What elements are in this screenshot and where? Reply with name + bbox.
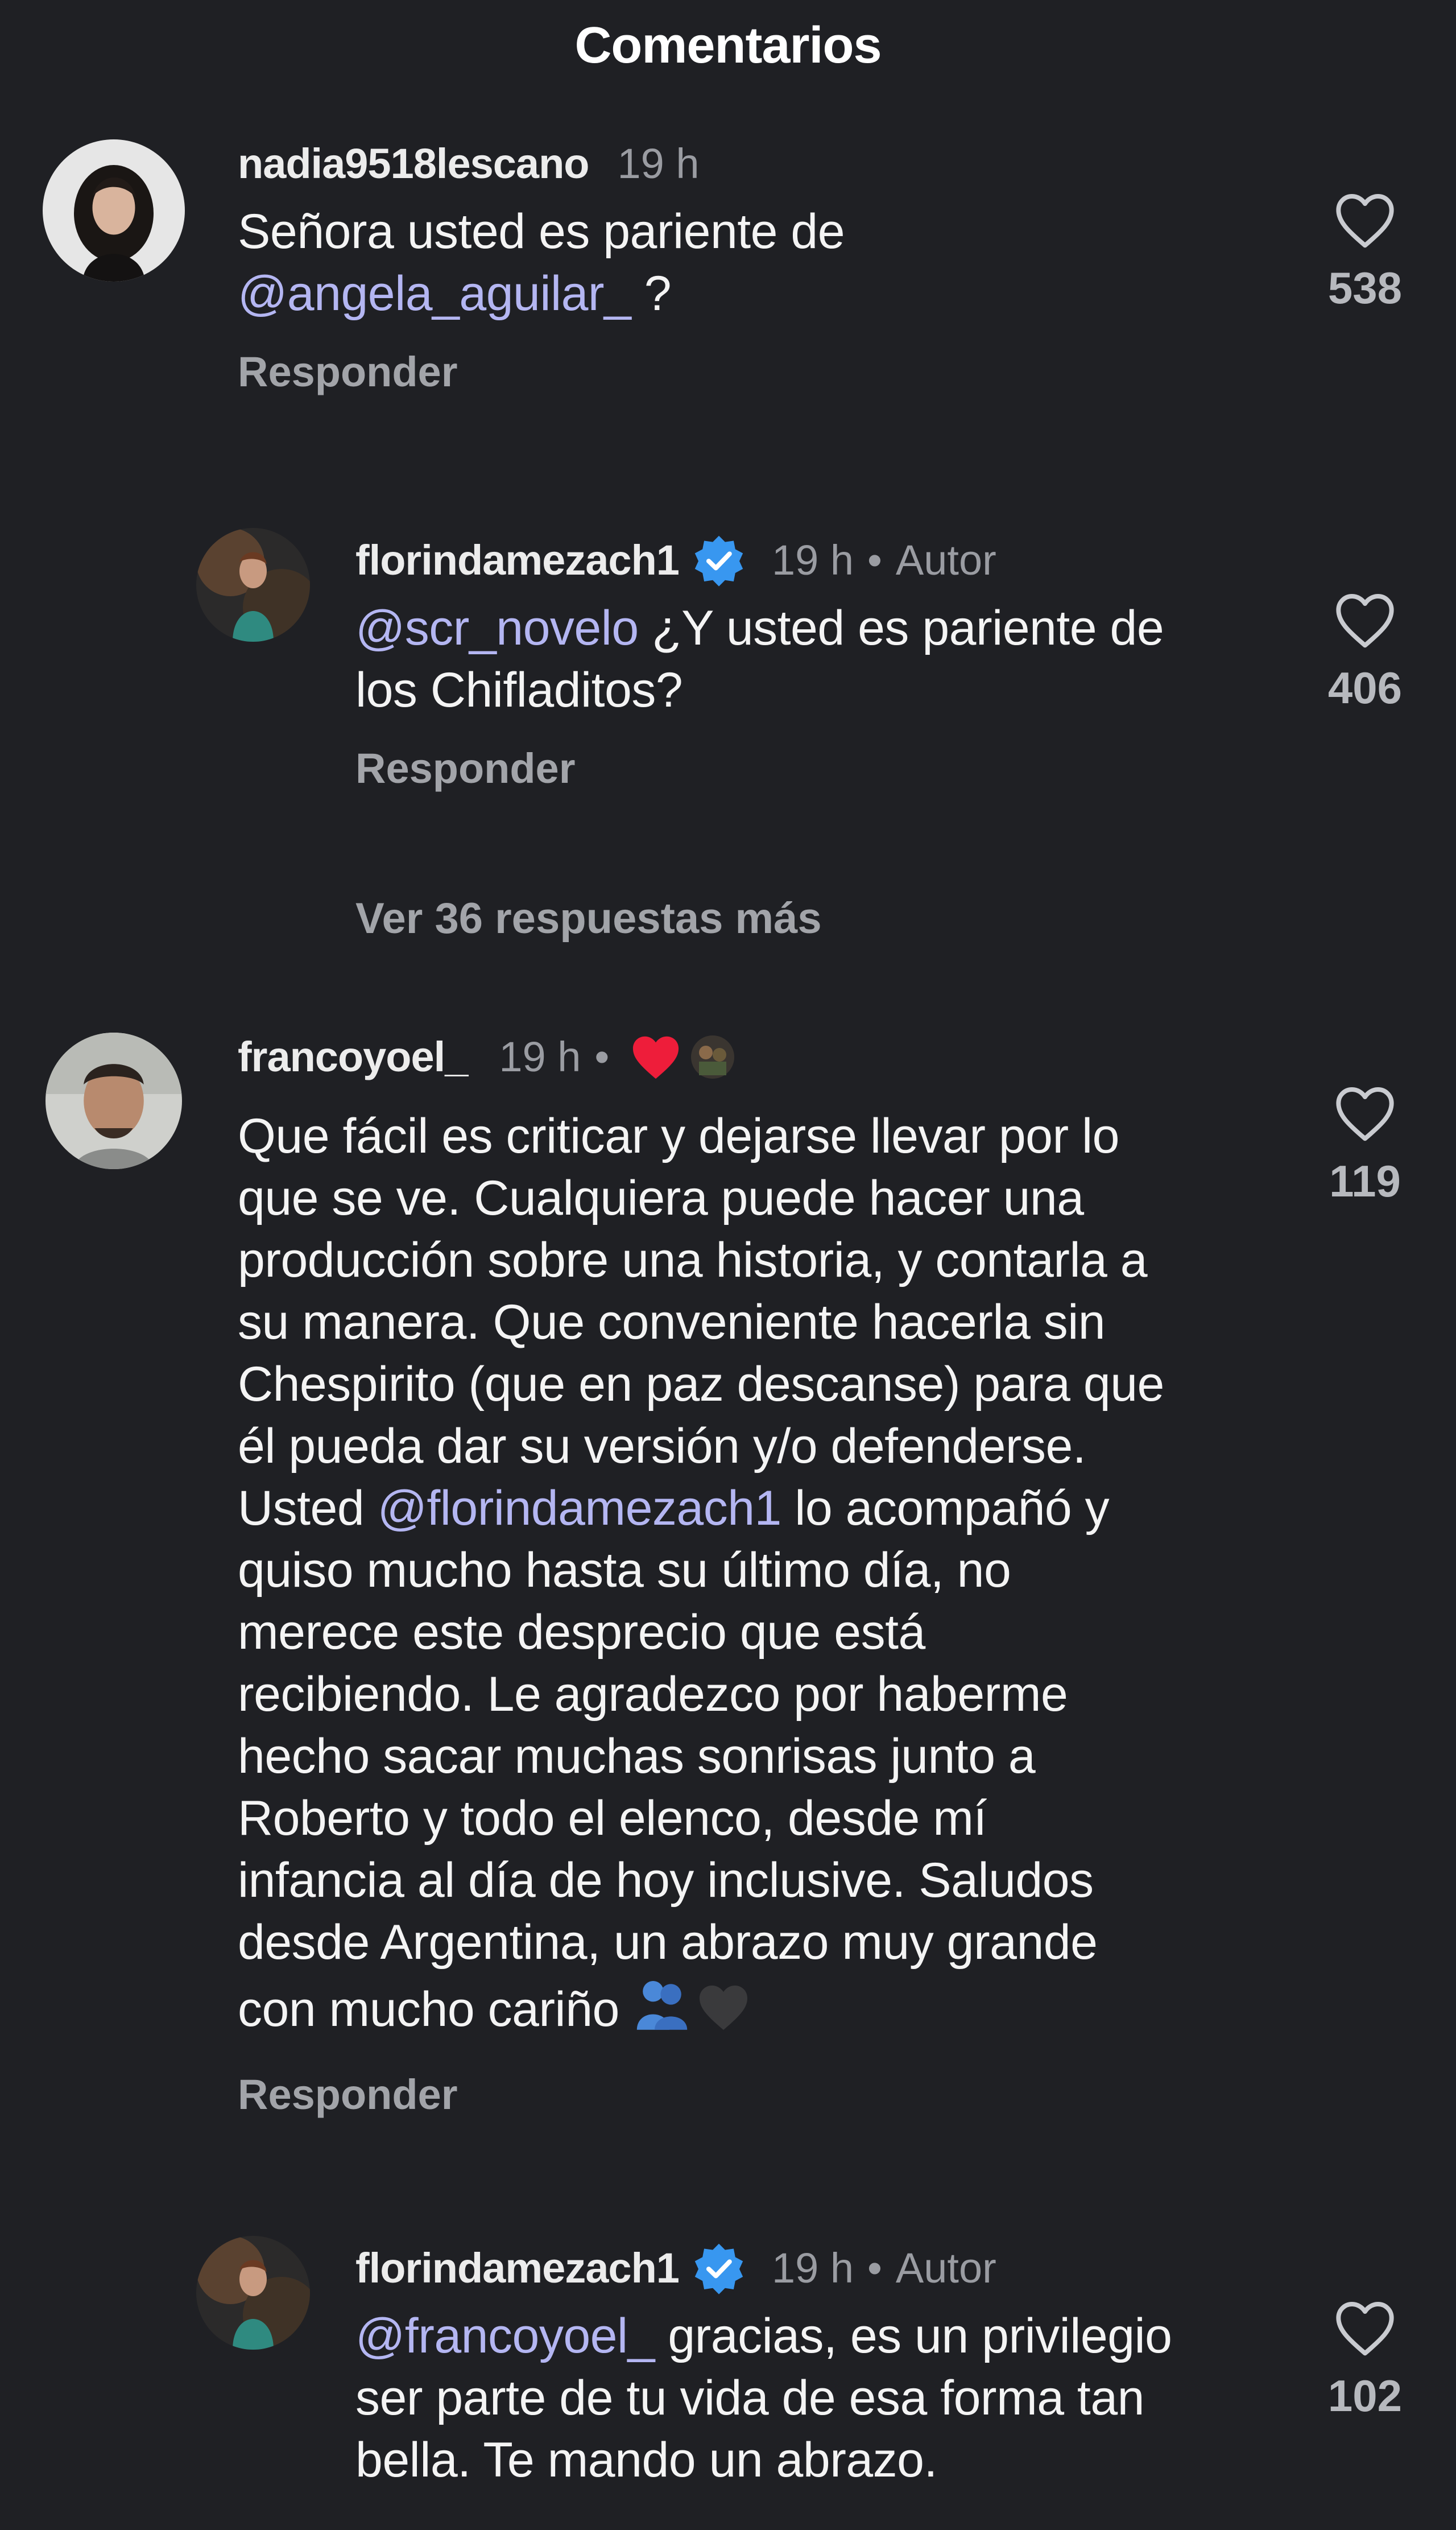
comment-text: Que fácil es criticar y dejarse llevar p… [238,1109,1164,2037]
like-count: 102 [1327,2371,1403,2421]
reply-button[interactable]: Responder [238,2069,1296,2120]
mention-link[interactable]: @florindamezach1 [378,1481,782,1536]
comment-username[interactable]: francoyoel_ [238,1031,468,1083]
hugging-people-emoji-icon [637,1981,688,2030]
reply-button[interactable]: Responder [238,346,1290,398]
heart-outline-icon[interactable] [1333,191,1397,250]
mention-link[interactable]: @scr_novelo [355,601,639,655]
mention-link[interactable]: @francoyoel_ [355,2309,655,2363]
avatar[interactable] [196,528,310,642]
like-count: 119 [1329,1156,1401,1206]
like-count: 406 [1327,663,1403,713]
comment-text: Señora usted es pariente de @angela_agui… [238,204,845,321]
comment-username[interactable]: florindamezach1 [355,535,680,586]
avatar[interactable] [46,1033,182,1169]
author-label: Autor [895,2244,996,2292]
avatar[interactable] [196,2236,310,2350]
separator-dot: • [594,1033,610,1080]
comment-text: @scr_novelo ¿Y usted es pariente de los … [355,601,1164,717]
view-more-replies-button[interactable]: Ver 36 respuestas más [355,893,822,944]
comment-time: 19 h [771,2244,854,2292]
separator-dot: • [867,2244,882,2292]
verified-badge-icon [694,535,743,587]
heart-outline-icon[interactable] [1333,2298,1397,2358]
reply-button[interactable]: Responder [355,743,1294,794]
like-count: 538 [1327,263,1403,313]
mention-link[interactable]: @angela_aguilar_ [238,266,631,321]
comment-time: 19 h [771,536,854,584]
comment-username[interactable]: nadia9518lescano [238,138,589,189]
comment-username[interactable]: florindamezach1 [355,2243,680,2294]
author-label: Autor [895,536,996,584]
avatar[interactable] [43,139,185,282]
separator-dot: • [867,536,882,584]
avatar [691,1035,735,1079]
comment-time: 19 h [617,140,700,187]
red-heart-emoji-icon [633,1036,679,1079]
comment-text: @francoyoel_ gracias, es un privilegio s… [355,2309,1172,2487]
comments-header-title: Comentarios [574,16,882,74]
black-heart-emoji-icon [700,1986,748,2030]
comment-time: 19 h [499,1033,581,1080]
verified-badge-icon [694,2243,743,2294]
heart-outline-icon[interactable] [1333,1084,1397,1143]
heart-outline-icon[interactable] [1333,591,1397,650]
